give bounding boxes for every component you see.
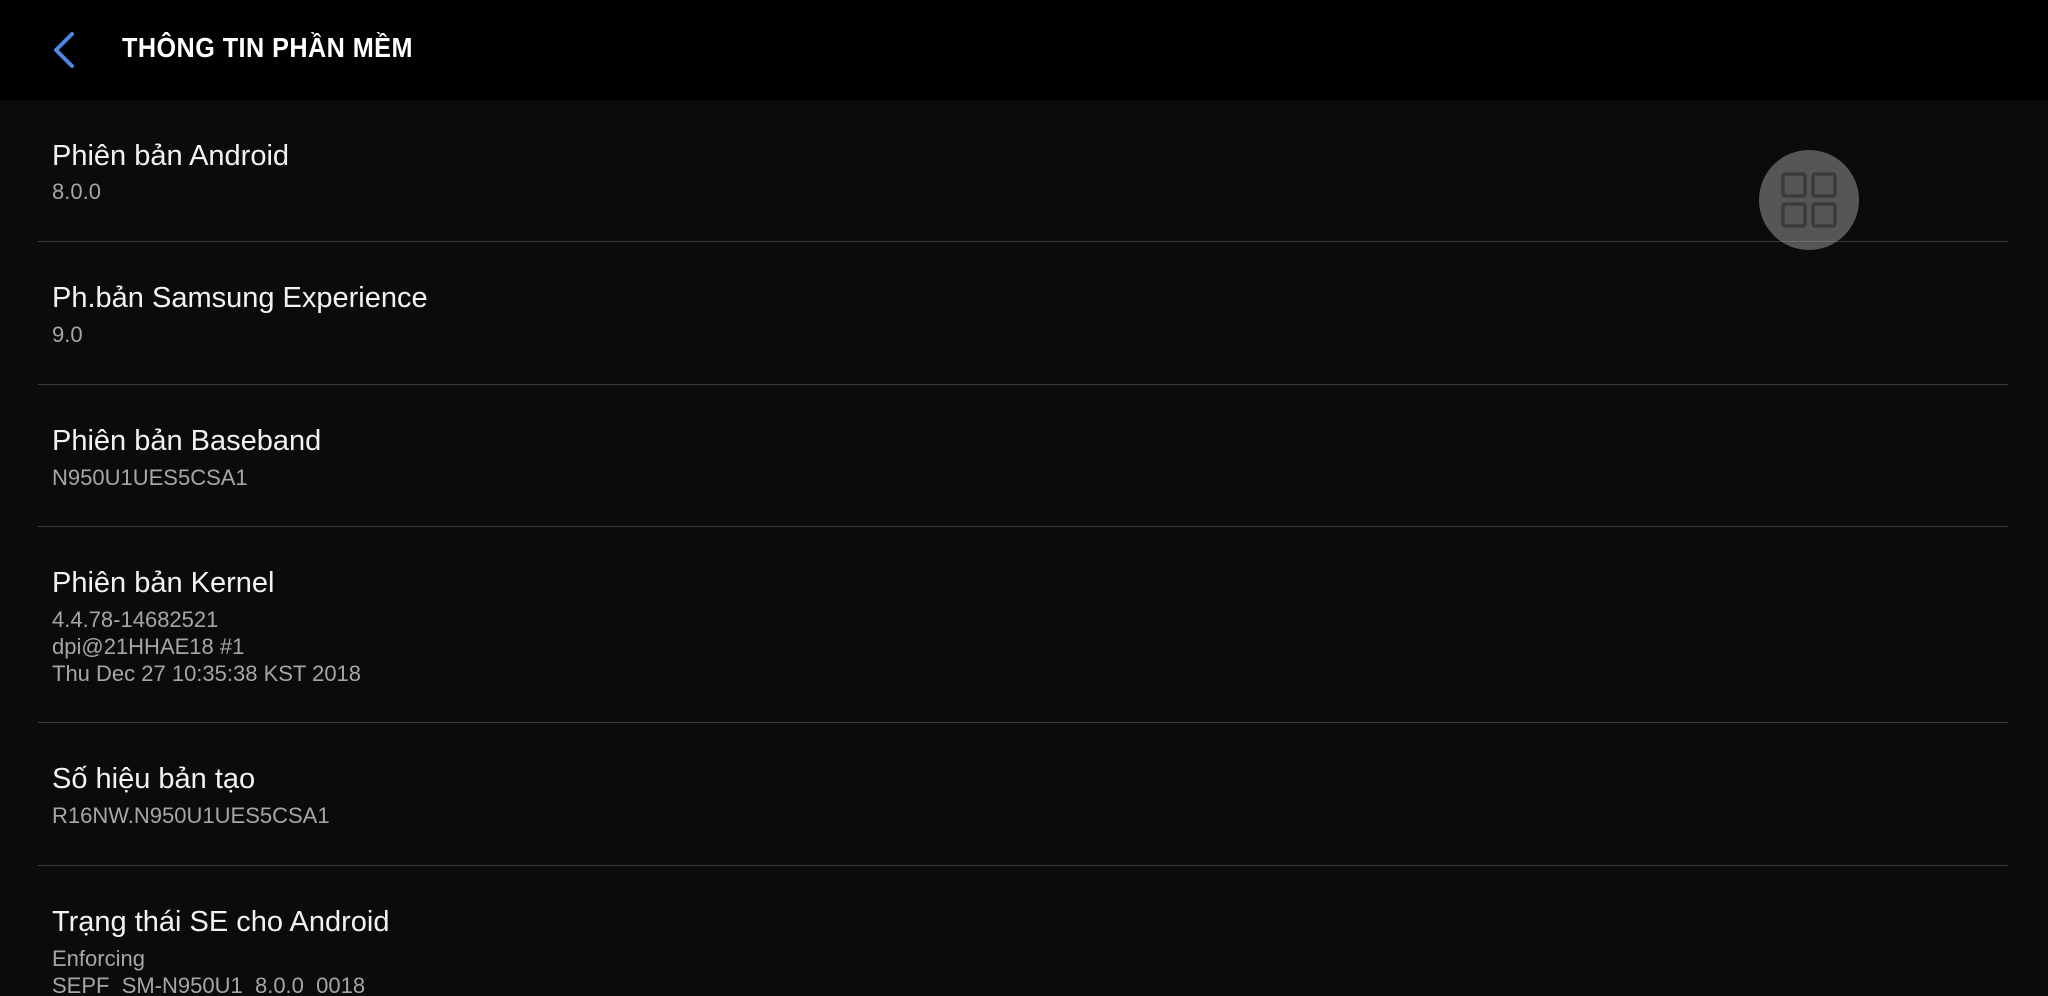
list-item-value: 8.0.0 — [52, 179, 101, 204]
back-button[interactable] — [36, 22, 92, 78]
list-item-samsung-experience[interactable]: Ph.bản Samsung Experience 9.0 — [38, 242, 2008, 385]
list-item-se-android-status[interactable]: Trạng thái SE cho Android Enforcing SEPF… — [38, 866, 2008, 996]
grid-icon — [1781, 172, 1837, 228]
list-item-title: Số hiệu bản tạo — [52, 763, 256, 795]
floating-grid-button[interactable] — [1759, 150, 1859, 250]
list-item-value-line-1: 4.4.78-14682521 — [52, 607, 219, 632]
list-item-build-number[interactable]: Số hiệu bản tạo R16NW.N950U1UES5CSA1 — [38, 723, 2008, 866]
list-item-value-line-2: SEPF_SM-N950U1_8.0.0_0018 — [52, 973, 366, 996]
list-item-value: N950U1UES5CSA1 — [52, 465, 248, 490]
list-item-value-line-2: dpi@21HHAE18 #1 — [52, 634, 245, 659]
list-item-title: Phiên bản Kernel — [52, 567, 275, 599]
back-arrow-icon — [54, 32, 74, 68]
list-item-title: Trạng thái SE cho Android — [52, 906, 390, 938]
page-title: THÔNG TIN PHẦN MỀM — [122, 32, 413, 63]
list-item-value: 9.0 — [52, 322, 83, 347]
top-app-bar: THÔNG TIN PHẦN MỀM — [0, 0, 2048, 100]
list-item-value-line-1: Enforcing — [52, 946, 145, 971]
list-item-title: Ph.bản Samsung Experience — [52, 282, 428, 314]
list-item-title: Phiên bản Baseband — [52, 425, 322, 457]
list-item-title: Phiên bản Android — [52, 140, 290, 172]
list-item-baseband-version[interactable]: Phiên bản Baseband N950U1UES5CSA1 — [38, 385, 2008, 527]
list-item-android-version[interactable]: Phiên bản Android 8.0.0 — [38, 100, 2008, 242]
list-item-value: R16NW.N950U1UES5CSA1 — [52, 803, 330, 828]
list-item-kernel-version[interactable]: Phiên bản Kernel 4.4.78-14682521 dpi@21H… — [38, 527, 2008, 723]
settings-screen: THÔNG TIN PHẦN MỀM Phiên bản Android 8.0… — [0, 0, 2048, 996]
list-item-value-line-3: Thu Dec 27 10:35:38 KST 2018 — [52, 661, 362, 686]
